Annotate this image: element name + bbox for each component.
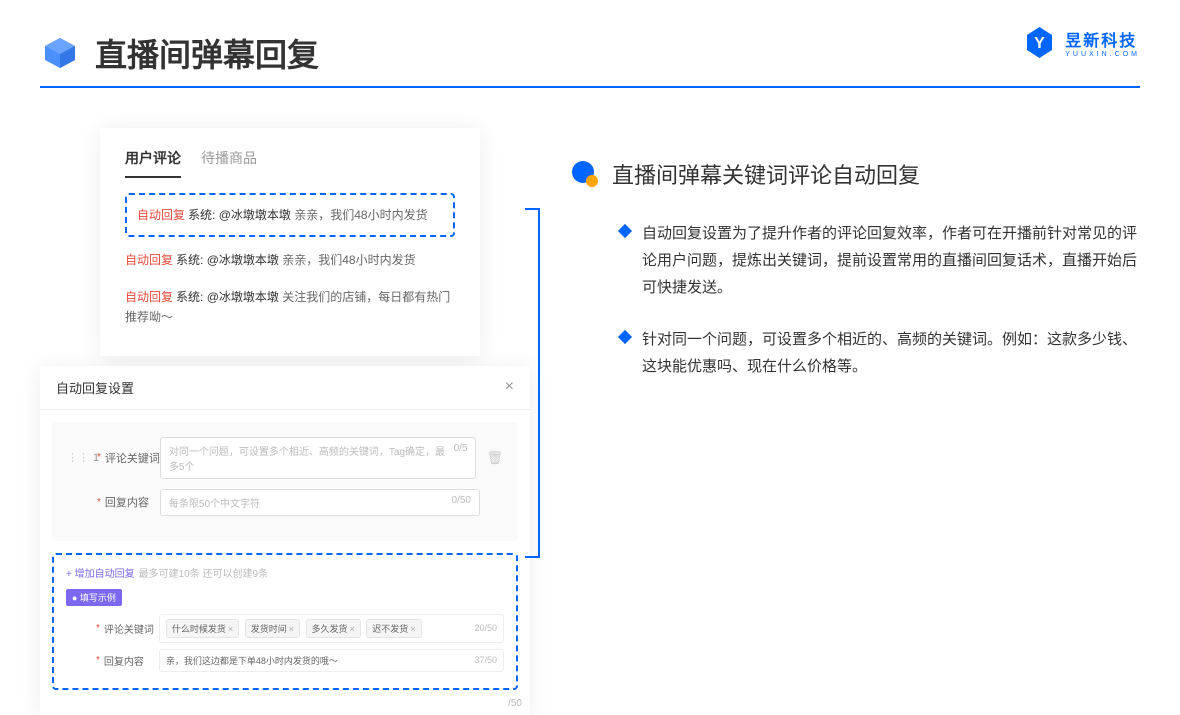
keyword-input[interactable]: 对同一个问题，可设置多个相近、高频的关键词，Tag确定，最多5个 0/5 (160, 437, 477, 479)
svg-text:Y: Y (1034, 35, 1045, 52)
content-label: 回复内容 (105, 494, 160, 510)
row-index: ⋮⋮1 (67, 451, 97, 464)
divider (40, 86, 1140, 88)
drag-icon: ⋮⋮ (67, 451, 89, 464)
close-icon[interactable]: × (505, 378, 514, 396)
page-title: 直播间弹幕回复 (95, 30, 319, 76)
feature-title: 直播间弹幕关键词评论自动回复 (612, 158, 920, 190)
required-marker: * (97, 497, 101, 508)
comment-item: 自动回复系统: @冰墩墩本墩 亲亲，我们48小时内发货 (125, 242, 455, 278)
bullet-item: 针对同一个问题，可设置多个相近的、高频的关键词。例如：这款多少钱、这块能优惠吗、… (620, 326, 1140, 380)
comment-panel: 用户评论 待播商品 自动回复系统: @冰墩墩本墩 亲亲，我们48小时内发货 自动… (100, 128, 480, 356)
connector-line (525, 208, 540, 558)
delete-icon[interactable]: 🗑 (486, 450, 503, 466)
outer-counter: /50 (508, 698, 522, 709)
diamond-icon (618, 330, 632, 344)
bullet-item: 自动回复设置为了提升作者的评论回复效率，作者可在开播前针对常见的评论用户问题，提… (620, 220, 1140, 301)
add-auto-reply-link[interactable]: + 增加自动回复 最多可建10条 还可以创建9条 (66, 565, 504, 580)
logo-icon: Y (1022, 25, 1057, 60)
chat-bubble-icon (570, 159, 600, 189)
comment-item: 自动回复系统: @冰墩墩本墩 关注我们的店铺，每日都有热门推荐呦～ (125, 279, 455, 336)
example-badge: ● 填写示例 (66, 589, 122, 606)
ex-keyword-label: 评论关键词 (104, 621, 159, 636)
settings-title: 自动回复设置 (56, 378, 134, 397)
example-section: + 增加自动回复 最多可建10条 还可以创建9条 ● 填写示例 * 评论关键词 … (52, 553, 518, 690)
cube-icon (40, 33, 80, 73)
keyword-label: 评论关键词 (105, 450, 160, 466)
ex-content-input[interactable]: 亲，我们这边都是下单48小时内发货的哦～ 37/50 (159, 649, 504, 672)
comment-highlighted: 自动回复系统: @冰墩墩本墩 亲亲，我们48小时内发货 (125, 193, 455, 237)
settings-panel: 自动回复设置 × ⋮⋮1 * 评论关键词 对同一个问题，可设置多个相近、高频的关… (40, 366, 530, 715)
diamond-icon (618, 224, 632, 238)
tab-products[interactable]: 待播商品 (201, 148, 257, 178)
brand-logo: Y 昱新科技 YUUXIN.COM (1022, 25, 1140, 60)
required-marker: * (97, 452, 101, 463)
tab-user-comments[interactable]: 用户评论 (125, 148, 181, 178)
logo-sub-text: YUUXIN.COM (1065, 51, 1140, 58)
content-input[interactable]: 每条限50个中文字符 0/50 (160, 489, 480, 516)
ex-content-label: 回复内容 (104, 653, 159, 668)
logo-main-text: 昱新科技 (1065, 27, 1140, 51)
ex-keyword-input[interactable]: 什么时候发货× 发货时间× 多久发货× 迟不发货× 20/50 (159, 614, 504, 643)
